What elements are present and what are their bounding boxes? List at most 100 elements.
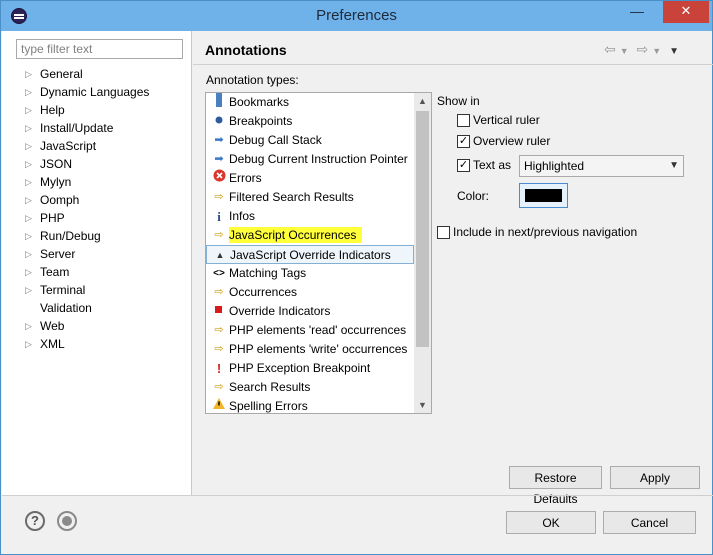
text-as-label: Text as xyxy=(473,158,512,172)
tree-item-label: Oomph xyxy=(40,193,80,207)
tree-item-general[interactable]: ▷ General xyxy=(22,65,149,83)
preference-tree: ▷ General ▷ Dynamic Languages ▷ Help ▷ Insta… xyxy=(22,65,149,353)
forward-menu-icon[interactable]: ▼ xyxy=(652,46,661,56)
back-menu-icon[interactable]: ▼ xyxy=(620,46,629,56)
tree-item-oomph[interactable]: ▷ Oomph xyxy=(22,191,149,209)
scroll-thumb[interactable] xyxy=(416,111,429,347)
cancel-button[interactable]: Cancel xyxy=(603,511,696,534)
page-nav: ⇦ ▼ ⇨ ▼ ▼ xyxy=(604,41,683,58)
expand-arrow-icon[interactable]: ▷ xyxy=(25,173,32,191)
list-item[interactable]: ! PHP Exception Breakpoint xyxy=(206,359,414,378)
occurrence-icon: ⇨ xyxy=(214,324,224,336)
tree-item-label: Dynamic Languages xyxy=(40,85,150,99)
debug-arrow-icon: ➡ xyxy=(214,153,224,165)
tree-item-run-debug[interactable]: ▷ Run/Debug xyxy=(22,227,149,245)
expand-arrow-icon[interactable]: ▷ xyxy=(25,191,32,209)
include-navigation-label: Include in next/previous navigation xyxy=(453,225,638,239)
restore-defaults-button[interactable]: Restore Defaults xyxy=(509,466,602,506)
preference-page: Annotations ⇦ ▼ ⇨ ▼ ▼ Annotation types: Bo… xyxy=(193,31,713,506)
tree-item-label: Server xyxy=(40,247,76,261)
list-item[interactable]: ⇨ Occurrences xyxy=(206,283,414,302)
expand-arrow-icon[interactable]: ▷ xyxy=(25,83,32,101)
vertical-ruler-label: Vertical ruler xyxy=(473,113,540,127)
tree-item-install-update[interactable]: ▷ Install/Update xyxy=(22,119,149,137)
expand-arrow-icon[interactable]: ▷ xyxy=(25,263,32,281)
list-item[interactable]: ▲ JavaScript Override Indicators xyxy=(206,245,414,264)
text-style-dropdown[interactable]: Highlighted ▼ xyxy=(519,155,684,177)
expand-arrow-icon[interactable]: ▷ xyxy=(25,137,32,155)
tree-item-label: PHP xyxy=(40,211,65,225)
annotation-types-list[interactable]: Bookmarks Breakpoints ➡ Debug Call Stack… xyxy=(205,92,432,414)
list-item[interactable]: Errors xyxy=(206,169,414,188)
expand-arrow-icon[interactable]: ▷ xyxy=(25,335,32,353)
vertical-ruler-checkbox[interactable] xyxy=(457,114,470,127)
list-item[interactable]: i Infos xyxy=(206,207,414,226)
expand-arrow-icon[interactable]: ▷ xyxy=(25,119,32,137)
override-square-icon xyxy=(212,302,226,321)
expand-arrow-icon[interactable]: ▷ xyxy=(25,65,32,83)
close-button[interactable]: ✕ xyxy=(663,1,709,23)
tree-item-label: JavaScript xyxy=(40,139,97,153)
list-item[interactable]: ⇨ Search Results xyxy=(206,378,414,397)
tree-item-label: Validation xyxy=(40,301,92,315)
expand-arrow-icon[interactable]: ▷ xyxy=(25,281,32,299)
exclamation-icon: ! xyxy=(216,361,222,376)
expand-arrow-icon[interactable]: ▷ xyxy=(25,101,32,119)
bookmark-icon xyxy=(212,93,226,114)
tree-item-help[interactable]: ▷ Help xyxy=(22,101,149,119)
list-item[interactable]: Spelling Errors xyxy=(206,397,414,413)
override-indicator-icon: ▲ xyxy=(215,250,225,260)
ok-button[interactable]: OK xyxy=(506,511,596,534)
scroll-up-icon[interactable]: ▲ xyxy=(414,93,431,109)
list-item[interactable]: Override Indicators xyxy=(206,302,414,321)
tree-item-xml[interactable]: ▷ XML xyxy=(22,335,149,353)
tree-item-terminal[interactable]: ▷ Terminal xyxy=(22,281,149,299)
list-item[interactable]: ⇨ PHP elements 'read' occurrences xyxy=(206,321,414,340)
expand-arrow-icon[interactable]: ▷ xyxy=(25,209,32,227)
expand-arrow-icon[interactable]: ▷ xyxy=(25,227,32,245)
list-scrollbar[interactable]: ▲ ▼ xyxy=(414,93,431,413)
list-item[interactable]: Breakpoints xyxy=(206,112,414,131)
list-item[interactable]: ➡ Debug Current Instruction Pointer xyxy=(206,150,414,169)
list-item[interactable]: ⇨ JavaScript Occurrences xyxy=(206,226,414,245)
tree-item-dynamic-languages[interactable]: ▷ Dynamic Languages xyxy=(22,83,149,101)
filter-input[interactable] xyxy=(16,39,183,59)
expand-arrow-icon[interactable]: ▷ xyxy=(25,245,32,263)
info-icon: i xyxy=(217,209,221,224)
occurrence-icon: ⇨ xyxy=(214,286,224,298)
list-item[interactable]: ⇨ PHP elements 'write' occurrences xyxy=(206,340,414,359)
color-picker-button[interactable] xyxy=(519,183,568,208)
scroll-down-icon[interactable]: ▼ xyxy=(414,397,431,413)
tree-item-validation[interactable]: Validation xyxy=(22,299,149,317)
color-label: Color: xyxy=(457,189,490,203)
tree-item-server[interactable]: ▷ Server xyxy=(22,245,149,263)
minimize-button[interactable]: — xyxy=(624,1,650,23)
tree-item-javascript[interactable]: ▷ JavaScript xyxy=(22,137,149,155)
list-item[interactable]: <> Matching Tags xyxy=(206,264,414,283)
expand-arrow-icon[interactable]: ▷ xyxy=(25,155,32,173)
window-title: Preferences xyxy=(316,7,397,24)
list-item[interactable]: ⇨ Filtered Search Results xyxy=(206,188,414,207)
view-menu-icon[interactable]: ▼ xyxy=(669,46,679,57)
back-arrow-icon[interactable]: ⇦ xyxy=(604,41,616,58)
tree-item-json[interactable]: ▷ JSON xyxy=(22,155,149,173)
tree-item-php[interactable]: ▷ PHP xyxy=(22,209,149,227)
tree-item-web[interactable]: ▷ Web xyxy=(22,317,149,335)
list-item[interactable]: Bookmarks xyxy=(206,93,414,112)
expand-arrow-icon[interactable]: ▷ xyxy=(25,317,32,335)
title-bar: Preferences — ✕ xyxy=(1,1,712,31)
tree-item-team[interactable]: ▷ Team xyxy=(22,263,149,281)
help-icon[interactable]: ? xyxy=(25,511,45,531)
include-navigation-checkbox[interactable] xyxy=(437,226,450,239)
tree-item-mylyn[interactable]: ▷ Mylyn xyxy=(22,173,149,191)
footer-divider xyxy=(2,495,713,496)
text-as-checkbox[interactable]: ✓ xyxy=(457,159,470,172)
warning-icon xyxy=(212,397,226,413)
list-item[interactable]: ➡ Debug Call Stack xyxy=(206,131,414,150)
apply-button[interactable]: Apply xyxy=(610,466,700,489)
tree-item-label: XML xyxy=(40,337,65,351)
import-preferences-icon[interactable] xyxy=(57,511,77,531)
tree-item-label: Run/Debug xyxy=(40,229,101,243)
forward-arrow-icon[interactable]: ⇨ xyxy=(637,41,649,58)
overview-ruler-checkbox[interactable]: ✓ xyxy=(457,135,470,148)
